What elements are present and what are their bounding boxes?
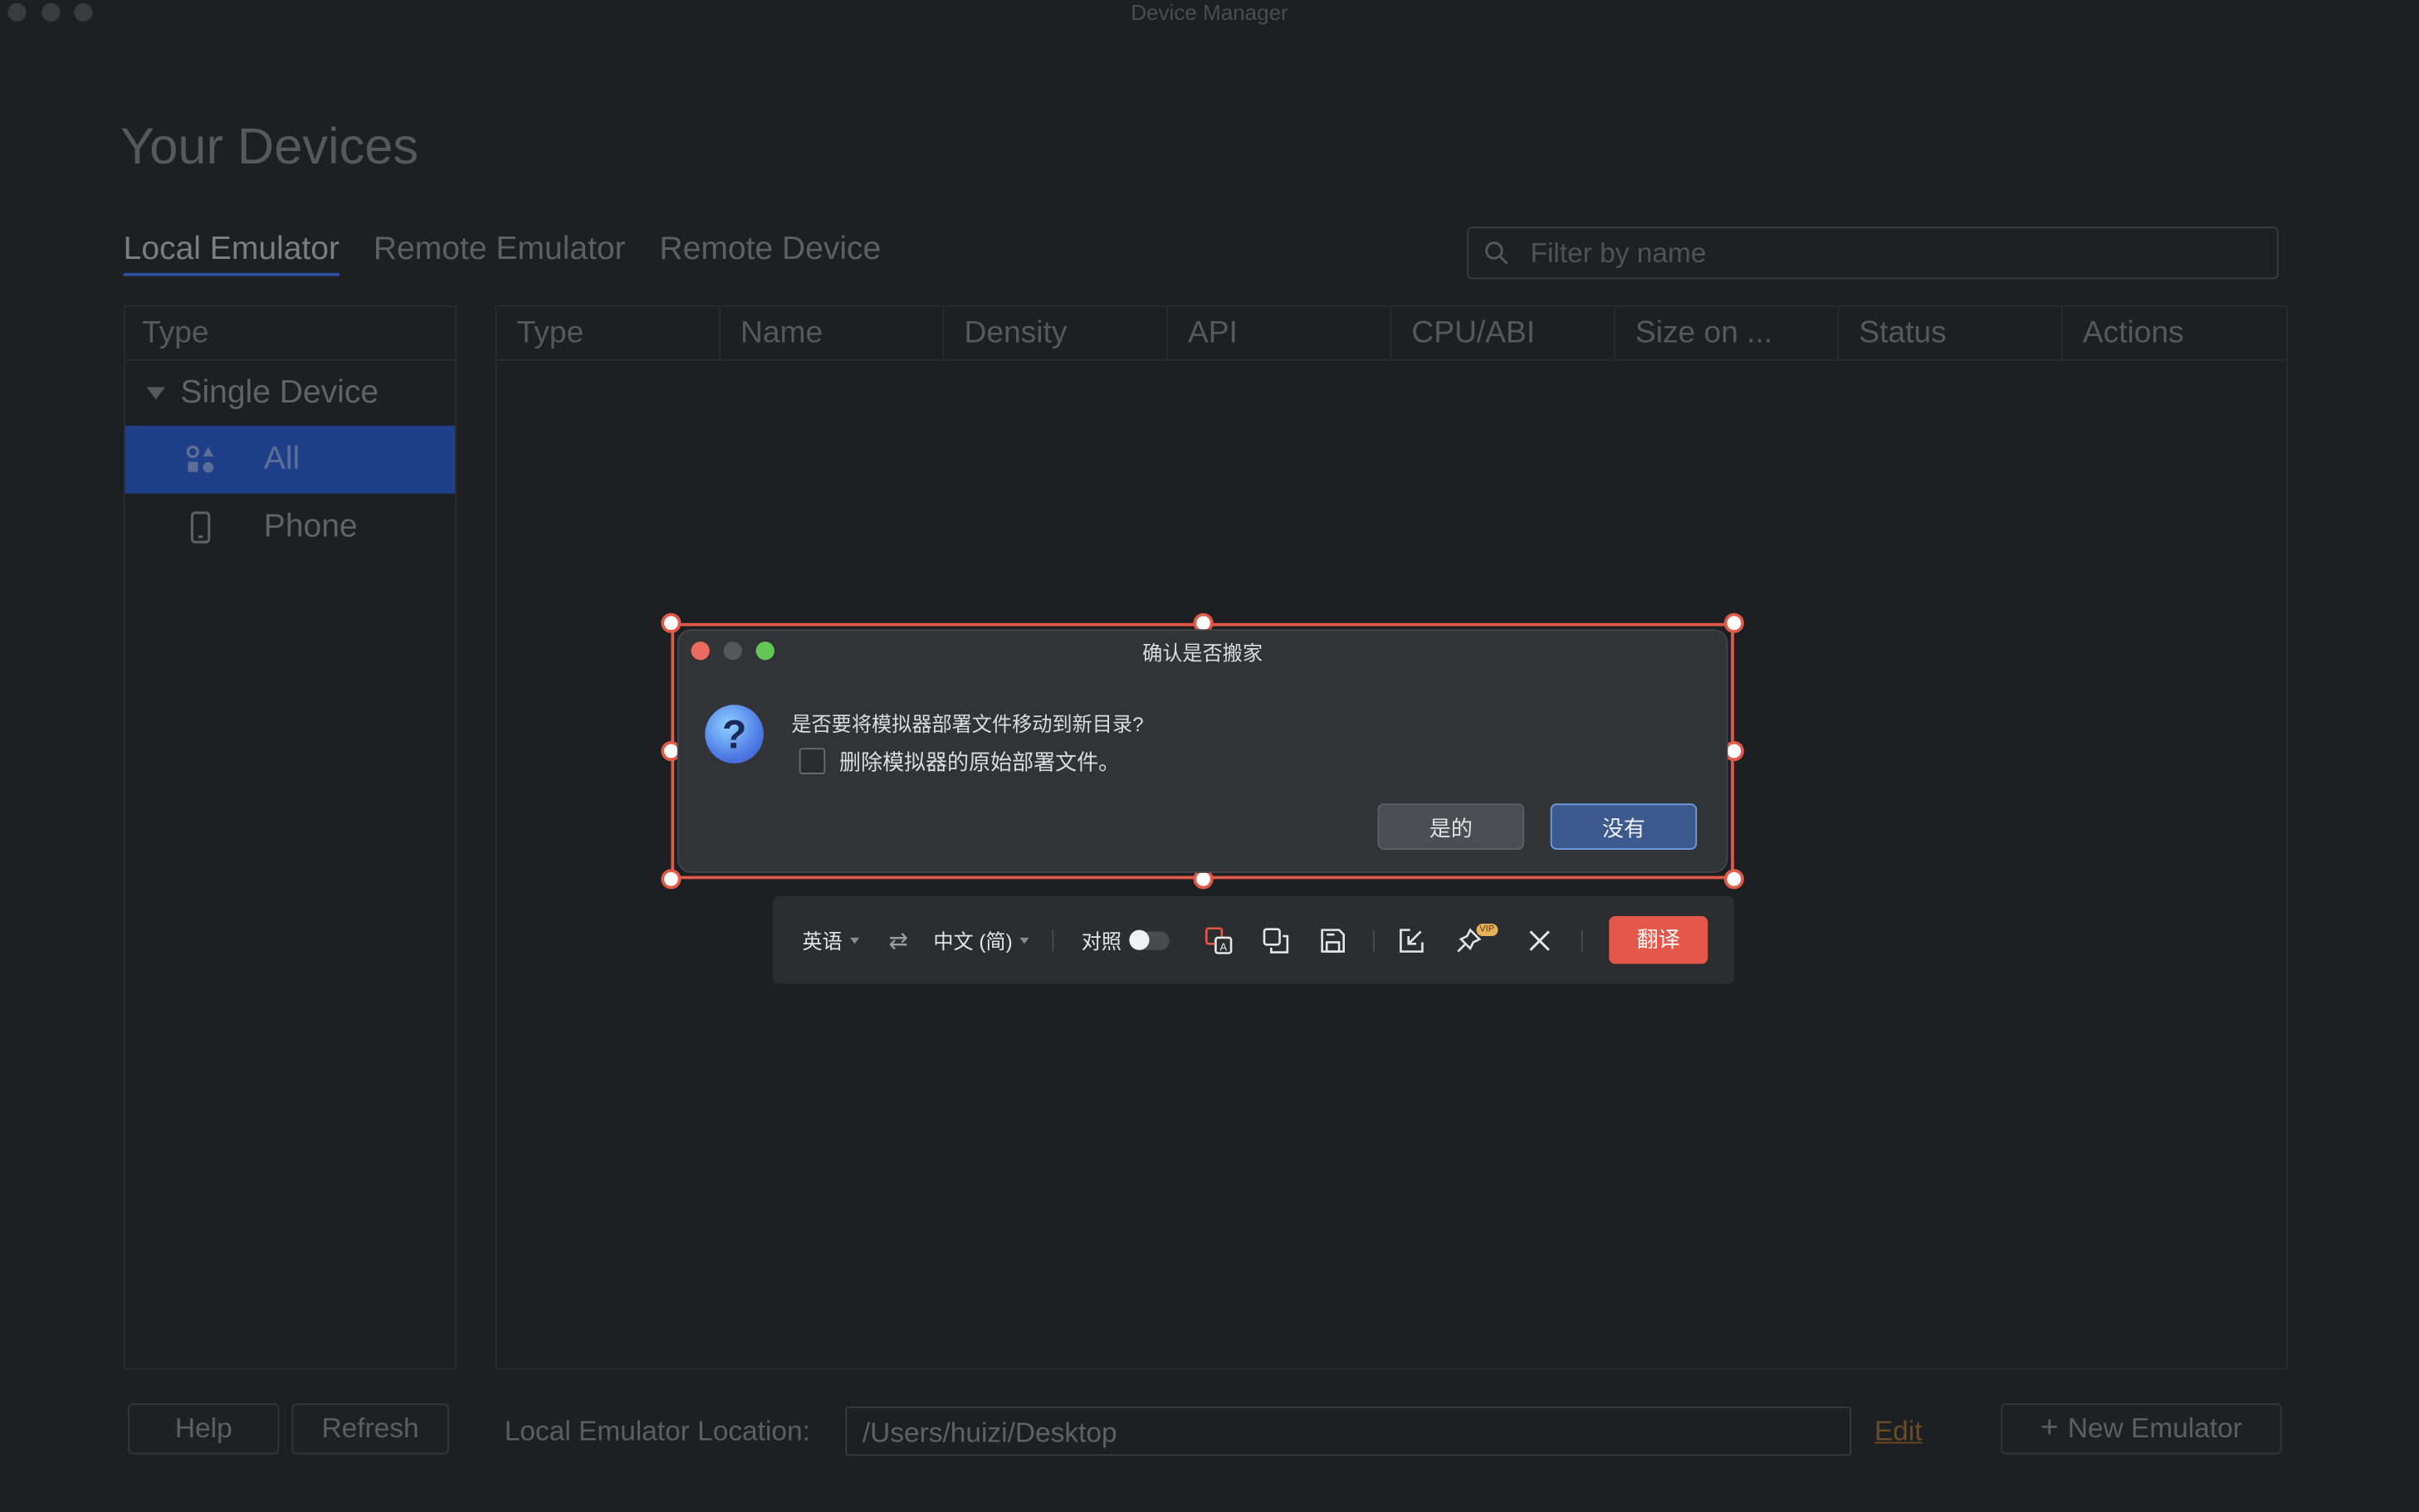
- toolbar-divider: [1372, 929, 1375, 952]
- source-language-label: 英语: [802, 929, 843, 954]
- page-title: Your Devices: [120, 117, 419, 174]
- confirm-move-dialog: 确认是否搬家 ? 是否要将模拟器部署文件移动到新目录? 删除模拟器的原始部署文件…: [678, 631, 1727, 871]
- footer-bar: Help Refresh Local Emulator Location: /U…: [0, 1403, 2419, 1459]
- dialog-title: 确认是否搬家: [1142, 641, 1263, 665]
- tab-remote-emulator[interactable]: Remote Emulator: [374, 232, 626, 276]
- chevron-down-icon: [146, 387, 165, 400]
- type-panel-header: Type: [125, 307, 456, 361]
- column-header-name[interactable]: Name: [721, 306, 945, 360]
- delete-original-checkbox[interactable]: [799, 748, 826, 774]
- resize-handle-bottom[interactable]: [1193, 869, 1214, 890]
- help-button[interactable]: Help: [128, 1403, 280, 1455]
- pin-to-screen-icon[interactable]: [1398, 896, 1425, 984]
- window-title: Device Manager: [1131, 0, 1288, 25]
- resize-handle-right[interactable]: [1723, 740, 1744, 762]
- image-translate-icon[interactable]: A: [1205, 896, 1233, 984]
- refresh-button[interactable]: Refresh: [291, 1403, 449, 1455]
- resize-handle-bottom-right[interactable]: [1723, 869, 1744, 890]
- yes-button[interactable]: 是的: [1377, 803, 1525, 850]
- sidebar-item-all[interactable]: All: [125, 425, 456, 494]
- translate-toolbar: 英语 ⇄ 中文 (简) 对照 A 翻译: [773, 895, 1734, 984]
- target-language-label: 中文 (简): [933, 929, 1013, 954]
- new-emulator-label: New Emulator: [2067, 1412, 2242, 1444]
- compare-switch[interactable]: [1129, 929, 1170, 949]
- column-header-type[interactable]: Type: [496, 306, 721, 360]
- copy-icon[interactable]: [1262, 896, 1289, 984]
- dialog-message: 是否要将模拟器部署文件移动到新目录?: [791, 712, 1144, 736]
- chevron-down-icon: [850, 936, 860, 944]
- target-language-select[interactable]: 中文 (简): [933, 896, 1030, 984]
- delete-original-label[interactable]: 删除模拟器的原始部署文件。: [839, 746, 1120, 777]
- no-button[interactable]: 没有: [1550, 803, 1698, 850]
- device-type-panel: Type Single Device All Phone: [123, 305, 457, 1370]
- location-label: Local Emulator Location:: [504, 1416, 810, 1447]
- location-field[interactable]: /Users/huizi/Desktop: [845, 1406, 1852, 1456]
- sidebar-item-phone[interactable]: Phone: [125, 494, 456, 562]
- compare-toggle[interactable]: 对照: [1082, 896, 1170, 984]
- device-tabs: Local Emulator Remote Emulator Remote De…: [123, 232, 881, 276]
- translate-button[interactable]: 翻译: [1609, 915, 1708, 964]
- table-header: Type Name Density API CPU/ABI Size on ..…: [496, 306, 2287, 361]
- group-label: Single Device: [180, 374, 379, 411]
- new-emulator-button[interactable]: + New Emulator: [2001, 1403, 2282, 1455]
- search-box: [1467, 227, 2279, 280]
- column-header-cpu-abi[interactable]: CPU/ABI: [1391, 306, 1615, 360]
- plus-icon: +: [2040, 1411, 2059, 1446]
- vip-badge: VIP: [1476, 924, 1498, 937]
- toolbar-divider: [1052, 929, 1054, 952]
- column-header-density[interactable]: Density: [944, 306, 1168, 360]
- resize-handle-bottom-left[interactable]: [661, 869, 682, 890]
- device-manager-window: Device Manager Your Devices Local Emulat…: [0, 0, 2419, 1511]
- sidebar-item-label: All: [263, 441, 301, 477]
- tab-remote-device[interactable]: Remote Device: [659, 232, 881, 276]
- category-grid-icon: [180, 444, 220, 475]
- search-input[interactable]: [1530, 228, 2255, 278]
- pin-icon[interactable]: [1454, 896, 1482, 984]
- toolbar-divider: [1581, 929, 1583, 952]
- save-icon[interactable]: [1319, 896, 1346, 984]
- chevron-down-icon: [1019, 936, 1030, 944]
- single-device-group[interactable]: Single Device: [125, 361, 456, 426]
- tab-local-emulator[interactable]: Local Emulator: [123, 232, 340, 276]
- column-header-status[interactable]: Status: [1839, 306, 2063, 360]
- compare-label: 对照: [1081, 929, 1122, 954]
- title-bar: Device Manager: [0, 0, 2419, 27]
- column-header-api[interactable]: API: [1168, 306, 1392, 360]
- question-icon: ?: [705, 705, 764, 763]
- source-language-select[interactable]: 英语: [802, 896, 860, 984]
- svg-text:A: A: [1219, 940, 1227, 953]
- column-header-size[interactable]: Size on ...: [1615, 306, 1840, 360]
- close-icon[interactable]: [1527, 896, 1552, 984]
- resize-handle-top-right[interactable]: [1723, 612, 1744, 633]
- edit-location-link[interactable]: Edit: [1874, 1416, 1923, 1448]
- phone-icon: [180, 510, 220, 544]
- column-header-actions[interactable]: Actions: [2063, 307, 2286, 359]
- swap-languages-icon[interactable]: ⇄: [888, 896, 907, 984]
- search-icon: [1485, 241, 1508, 265]
- resize-handle-top-left[interactable]: [661, 612, 682, 633]
- sidebar-item-label: Phone: [263, 509, 358, 545]
